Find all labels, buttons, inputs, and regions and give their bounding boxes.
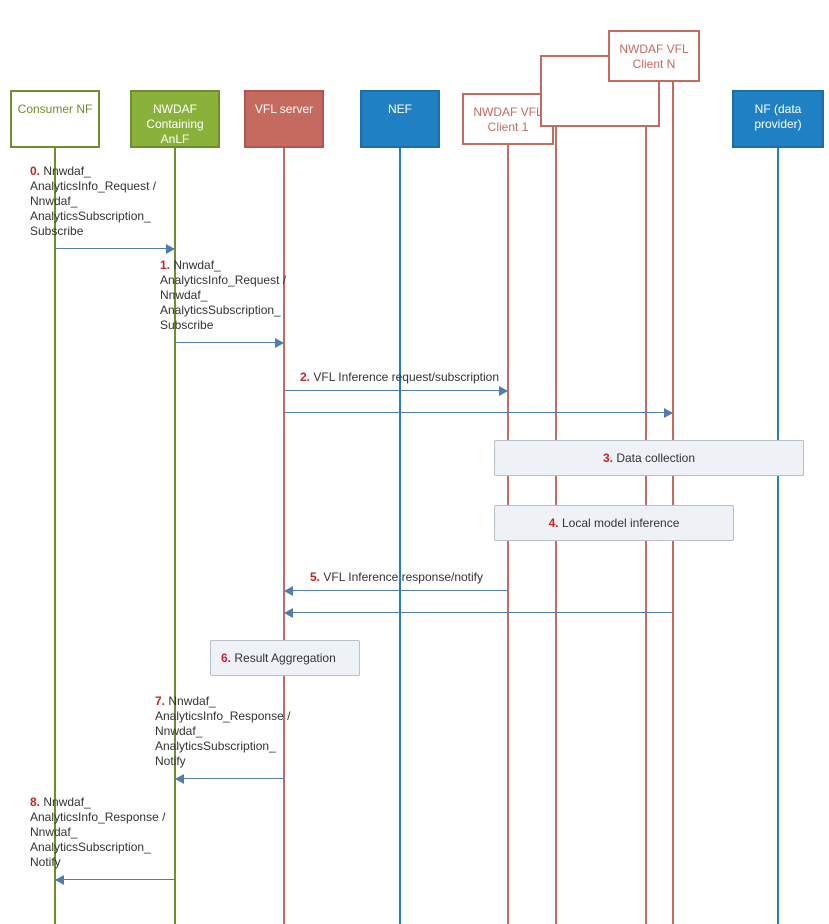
- message-2-label: 2. VFL Inference request/subscription: [300, 370, 499, 385]
- message-text: Nnwdaf_ AnalyticsInfo_Response / Nnwdaf_…: [30, 795, 165, 869]
- message-8-label: 8. Nnwdaf_ AnalyticsInfo_Response / Nnwd…: [30, 795, 165, 870]
- message-2-arrow-a: [285, 390, 507, 391]
- message-number: 2.: [300, 370, 310, 384]
- message-text: Nnwdaf_ AnalyticsInfo_Response / Nnwdaf_…: [155, 694, 290, 768]
- participant-label: Consumer NF: [18, 102, 93, 116]
- message-number: 7.: [155, 694, 165, 708]
- participant-nwdaf-anlf: NWDAF Containing AnLF: [130, 90, 220, 148]
- sequence-diagram: Consumer NF NWDAF Containing AnLF VFL se…: [0, 0, 829, 924]
- message-number: 4.: [549, 516, 559, 530]
- message-number: 0.: [30, 164, 40, 178]
- participant-label: NWDAF VFL Client 1: [473, 105, 542, 134]
- message-number: 6.: [221, 651, 231, 665]
- message-1-arrow: [176, 342, 283, 343]
- message-2-arrow-b: [285, 412, 672, 413]
- participant-label: NWDAF VFL Client N: [619, 42, 688, 71]
- message-text: Nnwdaf_ AnalyticsInfo_Request / Nnwdaf_ …: [160, 258, 286, 332]
- message-number: 3.: [603, 451, 613, 465]
- message-0-label: 0. Nnwdaf_ AnalyticsInfo_Request / Nnwda…: [30, 164, 156, 239]
- message-text: Nnwdaf_ AnalyticsInfo_Request / Nnwdaf_ …: [30, 164, 156, 238]
- message-1-label: 1. Nnwdaf_ AnalyticsInfo_Request / Nnwda…: [160, 258, 286, 333]
- lifeline-nf-data-provider: [777, 148, 779, 924]
- message-number: 5.: [310, 570, 320, 584]
- message-text: Data collection: [616, 451, 695, 465]
- participant-label: NEF: [388, 102, 412, 116]
- message-text: Local model inference: [562, 516, 679, 530]
- message-5-arrow-a: [285, 590, 507, 591]
- participant-label: NWDAF Containing AnLF: [146, 102, 203, 146]
- participant-label: VFL server: [255, 102, 313, 116]
- box-data-collection: 3. Data collection: [494, 440, 804, 476]
- participant-nf-data-provider: NF (data provider): [732, 90, 824, 148]
- message-7-arrow: [176, 778, 283, 779]
- lifeline-vfl-client-n: [672, 82, 674, 924]
- message-8-arrow: [56, 879, 174, 880]
- message-text: VFL Inference request/subscription: [313, 370, 499, 384]
- message-5-label: 5. VFL Inference response/notify: [310, 570, 483, 585]
- participant-nef: NEF: [360, 90, 440, 148]
- lifeline-nef: [399, 148, 401, 924]
- box-local-model-inference: 4. Local model inference: [494, 505, 734, 541]
- participant-label: NF (data provider): [754, 102, 801, 131]
- message-text: Result Aggregation: [234, 651, 335, 665]
- box-result-aggregation: 6. Result Aggregation: [210, 640, 360, 676]
- participant-vfl-server: VFL server: [244, 90, 324, 148]
- message-number: 1.: [160, 258, 170, 272]
- message-text: VFL Inference response/notify: [323, 570, 483, 584]
- message-5-arrow-b: [285, 612, 672, 613]
- participant-consumer-nf: Consumer NF: [10, 90, 100, 148]
- participant-vfl-client-n: NWDAF VFL Client N: [608, 30, 700, 82]
- message-7-label: 7. Nnwdaf_ AnalyticsInfo_Response / Nnwd…: [155, 694, 290, 769]
- message-number: 8.: [30, 795, 40, 809]
- message-0-arrow: [56, 248, 174, 249]
